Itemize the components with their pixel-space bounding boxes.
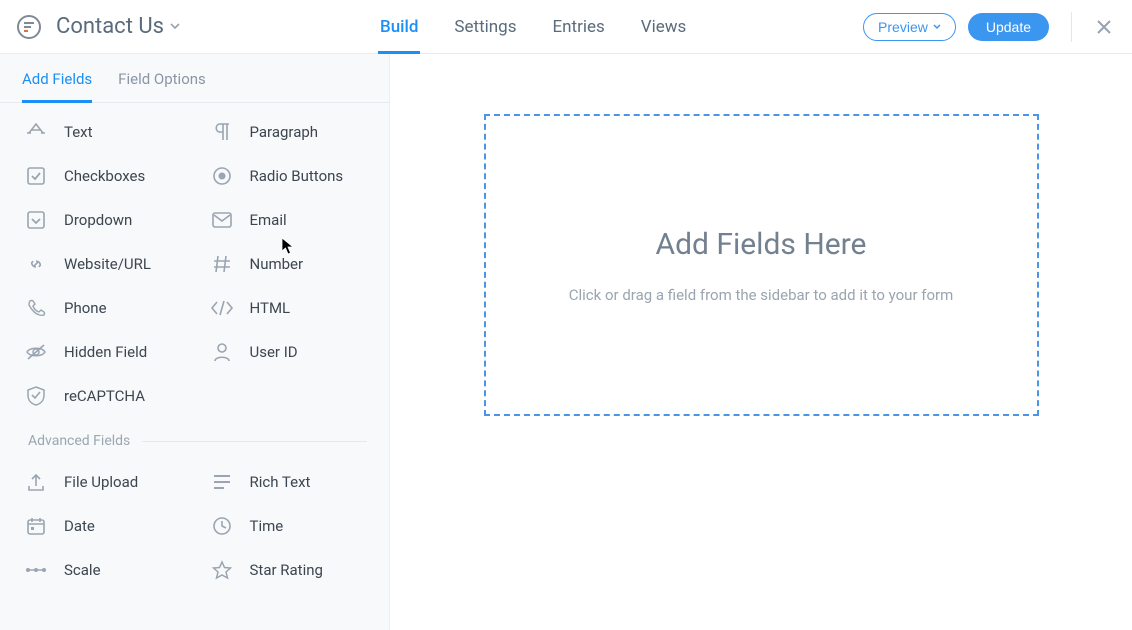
field-date[interactable]: Date (12, 515, 194, 537)
field-label: Rich Text (250, 473, 311, 491)
field-label: Email (250, 211, 287, 229)
tab-entries[interactable]: Entries (553, 0, 605, 53)
paragraph-icon (208, 121, 236, 143)
builder-canvas[interactable]: Add Fields Here Click or drag a field fr… (390, 54, 1132, 630)
field-text[interactable]: Text (12, 121, 194, 143)
close-button[interactable] (1090, 15, 1116, 39)
hidden-icon (22, 341, 50, 363)
code-icon (208, 297, 236, 319)
field-label: Time (250, 517, 284, 535)
field-label: Dropdown (64, 211, 132, 229)
sidebar-tab-add-fields[interactable]: Add Fields (22, 70, 92, 102)
main-tabs: Build Settings Entries Views (380, 0, 686, 53)
field-website[interactable]: Website/URL (12, 253, 194, 275)
caret-down-icon (933, 24, 941, 30)
form-title-text: Contact Us (56, 14, 164, 39)
field-label: Number (250, 255, 304, 273)
field-label: Radio Buttons (250, 167, 344, 185)
field-file-upload[interactable]: File Upload (12, 471, 194, 493)
field-label: Scale (64, 561, 101, 579)
field-userid[interactable]: User ID (198, 341, 380, 363)
field-label: Paragraph (250, 123, 319, 141)
email-icon (208, 209, 236, 231)
close-icon (1096, 19, 1112, 35)
brand-logo-icon (16, 14, 42, 40)
star-icon (208, 559, 236, 581)
field-dropdown[interactable]: Dropdown (12, 209, 194, 231)
text-icon (22, 121, 50, 143)
field-email[interactable]: Email (198, 209, 380, 231)
upload-icon (22, 471, 50, 493)
sidebar-tabs: Add Fields Field Options (0, 54, 389, 103)
richtext-icon (208, 471, 236, 493)
field-recaptcha[interactable]: reCAPTCHA (12, 385, 194, 407)
dropzone-hint: Click or drag a field from the sidebar t… (569, 286, 954, 304)
field-star-rating[interactable]: Star Rating (198, 559, 380, 581)
field-label: User ID (250, 343, 298, 361)
preview-button[interactable]: Preview (863, 13, 956, 41)
topbar: Contact Us Build Settings Entries Views … (0, 0, 1132, 54)
field-label: Star Rating (250, 561, 323, 579)
field-radio-buttons[interactable]: Radio Buttons (198, 165, 380, 187)
calendar-icon (22, 515, 50, 537)
basic-fields-grid: Text Paragraph Checkboxes Radio Buttons (0, 103, 389, 415)
topbar-actions: Preview Update (863, 12, 1116, 42)
preview-button-label: Preview (878, 19, 928, 35)
scale-icon (22, 559, 50, 581)
field-rich-text[interactable]: Rich Text (198, 471, 380, 493)
advanced-fields-label: Advanced Fields (28, 433, 130, 449)
hash-icon (208, 253, 236, 275)
field-label: File Upload (64, 473, 138, 491)
update-button[interactable]: Update (968, 13, 1049, 41)
form-title[interactable]: Contact Us (56, 14, 180, 39)
brand[interactable]: Contact Us (16, 14, 180, 40)
field-label: Checkboxes (64, 167, 145, 185)
field-paragraph[interactable]: Paragraph (198, 121, 380, 143)
field-scale[interactable]: Scale (12, 559, 194, 581)
field-number[interactable]: Number (198, 253, 380, 275)
radio-icon (208, 165, 236, 187)
chevron-down-icon (170, 23, 180, 30)
tab-build[interactable]: Build (380, 0, 418, 53)
dropdown-icon (22, 209, 50, 231)
link-icon (22, 253, 50, 275)
advanced-fields-header: Advanced Fields (0, 423, 389, 457)
user-icon (208, 341, 236, 363)
dropzone-title: Add Fields Here (656, 227, 867, 262)
field-checkboxes[interactable]: Checkboxes (12, 165, 194, 187)
checkbox-icon (22, 165, 50, 187)
sidebar: Add Fields Field Options Text Paragraph (0, 54, 390, 630)
field-label: Hidden Field (64, 343, 147, 361)
tab-views[interactable]: Views (641, 0, 687, 53)
clock-icon (208, 515, 236, 537)
field-hidden[interactable]: Hidden Field (12, 341, 194, 363)
field-label: HTML (250, 299, 291, 317)
sidebar-tab-field-options[interactable]: Field Options (118, 70, 206, 102)
field-label: Website/URL (64, 255, 151, 273)
dropzone[interactable]: Add Fields Here Click or drag a field fr… (484, 114, 1039, 416)
tab-settings[interactable]: Settings (454, 0, 516, 53)
field-phone[interactable]: Phone (12, 297, 194, 319)
divider (1071, 12, 1072, 42)
field-html[interactable]: HTML (198, 297, 380, 319)
field-label: Text (64, 123, 93, 141)
field-label: Phone (64, 299, 107, 317)
main: Add Fields Field Options Text Paragraph (0, 54, 1132, 630)
field-label: Date (64, 517, 95, 535)
field-time[interactable]: Time (198, 515, 380, 537)
phone-icon (22, 297, 50, 319)
shield-icon (22, 385, 50, 407)
advanced-fields-grid: File Upload Rich Text Date Time (0, 457, 389, 589)
field-label: reCAPTCHA (64, 387, 145, 405)
